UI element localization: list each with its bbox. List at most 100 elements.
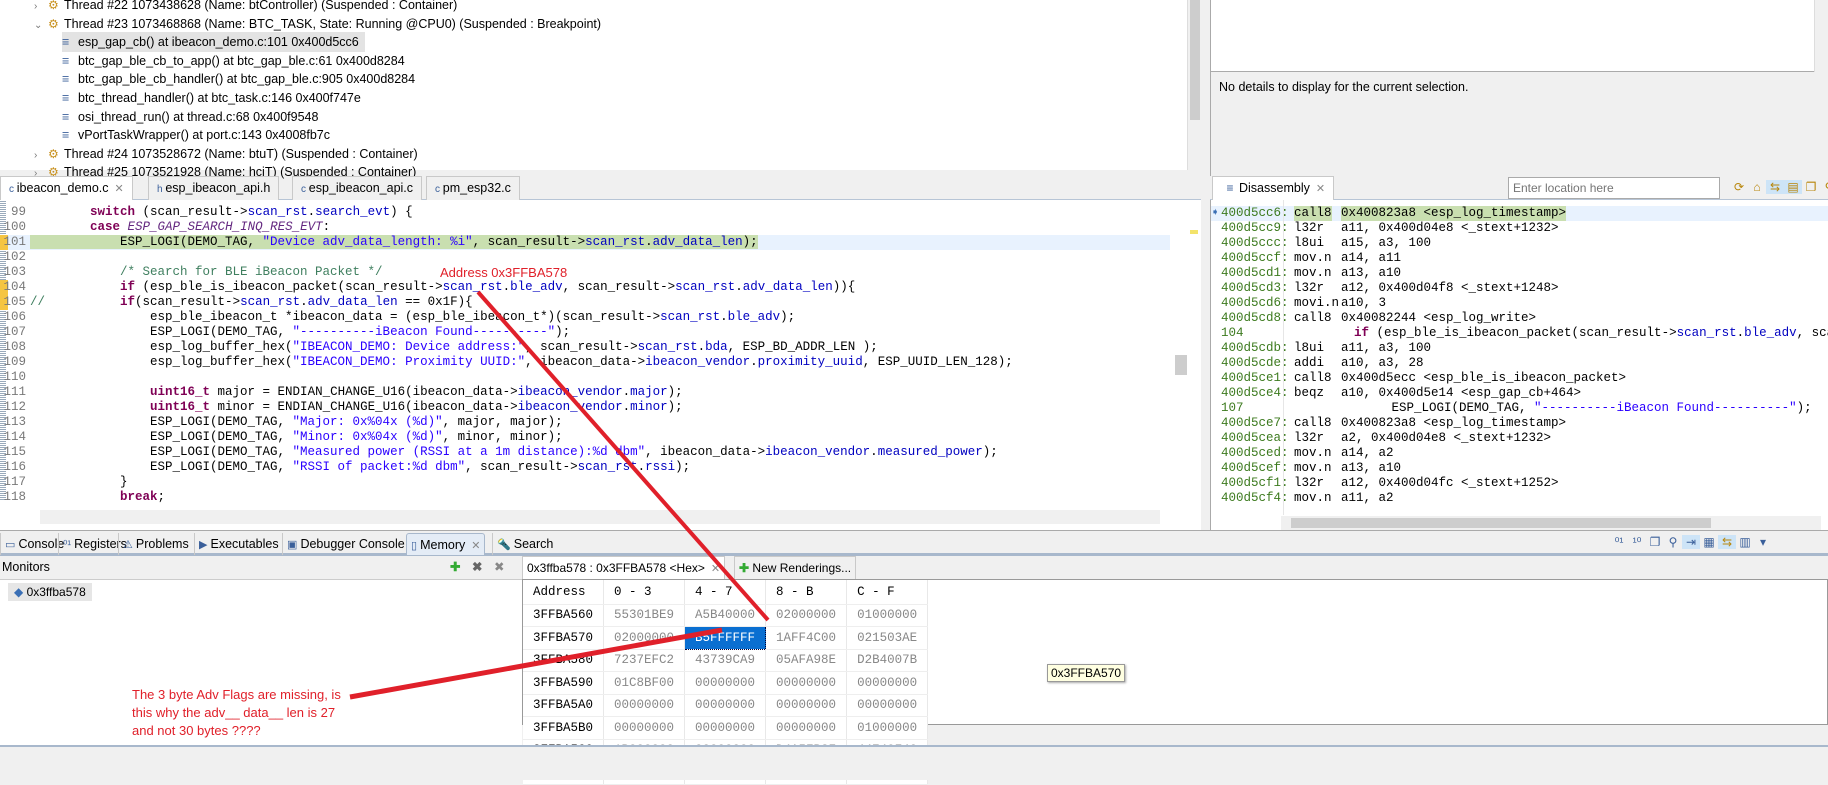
disassembly-line[interactable]: 400d5cd1: mov.n a13, a10 (1211, 266, 1828, 281)
memory-cell[interactable]: 00000000 (765, 671, 848, 695)
remove-all-icon[interactable]: ✖ (494, 556, 504, 578)
import-icon[interactable]: ⁰¹ (1610, 535, 1628, 549)
disassembly-line[interactable]: 400d5cf1: l32r a12, 0x400d04fc <_stext+125… (1211, 476, 1828, 491)
tab-esp_ibeacon_api-c[interactable]: c esp_ibeacon_api.c (292, 176, 423, 200)
tab-executables[interactable]: ▶ Executables (194, 533, 283, 555)
refresh-icon[interactable]: ⟳ (1730, 180, 1748, 194)
view-menu-icon[interactable]: ▾ (1754, 535, 1772, 549)
memory-cell[interactable]: D2B4007B (846, 649, 929, 672)
memory-cell[interactable]: 7237EFC2 (603, 649, 686, 672)
code-line[interactable]: 105// if(scan_result->scan_rst.adv_data_… (0, 295, 1170, 310)
disassembly-line[interactable]: 400d5ce7: call8 0x400823a8 <esp_log_timest… (1211, 416, 1828, 431)
tab-esp_ibeacon_api-h[interactable]: h esp_ibeacon_api.h (148, 176, 280, 200)
stack-frame-item[interactable]: ≡ vPortTaskWrapper() at port.c:143 0x4008… (62, 125, 336, 145)
code-line[interactable]: 115 ESP_LOGI(DEMO_TAG, "Measured power (… (0, 445, 1170, 460)
code-line[interactable]: 101 ESP_LOGI(DEMO_TAG, "Device adv_data_… (0, 235, 1170, 250)
export-icon[interactable]: ¹⁰ (1628, 535, 1646, 549)
editor-scroll-thumb[interactable] (1175, 355, 1187, 375)
stack-frame-item[interactable]: ≡ osi_thread_run() at thread.c:68 0x400f9… (62, 107, 324, 127)
code-line[interactable]: 99 switch (scan_result->scan_rst.search_… (0, 205, 1170, 220)
memory-cell[interactable]: 00000000 (765, 716, 848, 740)
memory-cell[interactable]: 00000000 (684, 694, 767, 717)
memory-cell[interactable]: 02000000 (765, 604, 848, 627)
tab-debugger-console[interactable]: ▣ Debugger Console (282, 533, 409, 555)
show-source-icon[interactable]: ▤ (1784, 180, 1802, 194)
memory-cell[interactable]: 05AFA98E (765, 649, 848, 672)
layout-icon[interactable]: ▥ (1736, 535, 1754, 549)
memory-cell[interactable]: 00000000 (684, 716, 767, 740)
code-line[interactable]: 110 (0, 370, 1170, 385)
close-icon[interactable]: ✕ (711, 563, 720, 575)
memory-cell[interactable]: 55301BE9 (603, 604, 686, 627)
disassembly-line[interactable]: 400d5cd6: movi.n a10, 3 (1211, 296, 1828, 311)
memory-cell[interactable]: 00000000 (765, 694, 848, 717)
swap-icon[interactable]: ⇆ (1718, 535, 1736, 549)
code-line[interactable]: 103 /* Search for BLE iBeacon Packet */ (0, 265, 1170, 280)
code-line[interactable]: 104 if (esp_ble_is_ibeacon_packet(scan_r… (0, 280, 1170, 295)
disassembly-line[interactable]: 107 ESP_LOGI(DEMO_TAG, "----------iBeaco… (1211, 401, 1828, 416)
thread-item[interactable]: ⌄ ⚙ Thread #23 1073468868 (Name: BTC_TASK,… (34, 14, 601, 34)
code-line[interactable]: 114 ESP_LOGI(DEMO_TAG, "Minor: 0x%04x (%… (0, 430, 1170, 445)
new-view-icon[interactable]: ❐ (1802, 180, 1820, 194)
new-renderings-tab[interactable]: ✚ New Renderings... (734, 556, 857, 580)
disassembly-line[interactable]: 400d5ce4: beqz a10, 0x400d5e14 <esp_gap_cb… (1211, 386, 1828, 401)
memory-cell[interactable]: 00000000 (603, 694, 686, 717)
disassembly-hscrollbar[interactable] (1281, 516, 1821, 530)
remove-monitor-icon[interactable]: ✖ (472, 556, 482, 578)
variables-scrollbar[interactable] (1814, 0, 1828, 72)
debug-scrollbar[interactable] (1187, 0, 1201, 170)
location-input[interactable] (1508, 177, 1720, 199)
disassembly-line[interactable]: 104 if (esp_ble_is_ibeacon_packet(scan_re… (1211, 326, 1828, 341)
disassembly-line[interactable]: 400d5cde: addi a10, a3, 28 (1211, 356, 1828, 371)
columns-icon[interactable]: ▦ (1700, 535, 1718, 549)
tab-search[interactable]: 🔦 Search (492, 533, 557, 555)
expand-toggle-icon[interactable]: ⌄ (34, 16, 48, 36)
code-line[interactable]: 113 ESP_LOGI(DEMO_TAG, "Major: 0x%04x (%… (0, 415, 1170, 430)
memory-cell[interactable]: 1AFF4C00 (765, 626, 848, 650)
disassembly-line[interactable]: 400d5cf4: mov.n a11, a2 (1211, 491, 1828, 506)
code-line[interactable]: 107 ESP_LOGI(DEMO_TAG, "----------iBeaco… (0, 325, 1170, 340)
code-line[interactable]: 102 (0, 250, 1170, 265)
memory-cell[interactable]: 00000000 (846, 671, 929, 695)
tab-disassembly[interactable]: ≡ Disassembly ✕ (1212, 176, 1335, 200)
new-tab-icon[interactable]: ❐ (1646, 535, 1664, 549)
code-line[interactable]: 118 break; (0, 490, 1170, 505)
disassembly-line[interactable]: 400d5ccf: mov.n a14, a11 (1211, 251, 1828, 266)
code-line[interactable]: 100 case ESP_GAP_SEARCH_INQ_RES_EVT: (0, 220, 1170, 235)
code-line[interactable]: 109 esp_log_buffer_hex("IBEACON_DEMO: Pr… (0, 355, 1170, 370)
code-line[interactable]: 106 esp_ble_ibeacon_t *ibeacon_data = (e… (0, 310, 1170, 325)
memory-cell[interactable]: B5FFFFFF (684, 626, 767, 650)
home-icon[interactable]: ⌂ (1748, 180, 1766, 194)
link-with-editor-icon[interactable]: ⇆ (1766, 180, 1784, 194)
close-icon[interactable]: ✕ (471, 540, 480, 552)
disassembly-view[interactable]: ➧ 400d5cc6: call8 0x400823a8 <esp_log_times… (1210, 200, 1828, 530)
disassembly-line[interactable]: ➧ 400d5cc6: call8 0x400823a8 <esp_log_times… (1211, 206, 1828, 221)
code-line[interactable]: 111 uint16_t major = ENDIAN_CHANGE_U16(i… (0, 385, 1170, 400)
memory-cell[interactable]: 01000000 (846, 604, 929, 627)
disassembly-line[interactable]: 400d5ccc: l8ui a15, a3, 100 (1211, 236, 1828, 251)
close-icon[interactable]: ✕ (1316, 183, 1325, 195)
memory-cell[interactable]: 00000000 (603, 716, 686, 740)
disassembly-line[interactable]: 400d5cd8: call8 0x40082244 <esp_log_write> (1211, 311, 1828, 326)
tab-pm_esp32-c[interactable]: c pm_esp32.c (426, 176, 520, 200)
add-monitor-icon[interactable]: ✚ (450, 556, 460, 578)
editor-hscrollbar[interactable] (40, 510, 1160, 524)
monitor-item[interactable]: ◆ 0x3ffba578 (8, 583, 92, 601)
link-icon[interactable]: ⇥ (1682, 535, 1700, 549)
code-line[interactable]: 116 ESP_LOGI(DEMO_TAG, "RSSI of packet:%… (0, 460, 1170, 475)
memory-cell[interactable]: 43739CA9 (684, 649, 767, 672)
tab-hex-rendering[interactable]: 0x3ffba578 : 0x3FFBA578 <Hex> ✕ (522, 556, 726, 580)
disassembly-line[interactable]: 400d5cef: mov.n a13, a10 (1211, 461, 1828, 476)
code-line[interactable]: 108 esp_log_buffer_hex("IBEACON_DEMO: De… (0, 340, 1170, 355)
disassembly-line[interactable]: 400d5cd3: l32r a12, 0x400d04f8 <_stext+124… (1211, 281, 1828, 296)
thread-item[interactable]: › ⚙ Thread #24 1073528672 (Name: btuT) (Su… (34, 144, 418, 164)
code-editor[interactable]: 99 switch (scan_result->scan_rst.search_… (0, 200, 1201, 530)
disassembly-line[interactable]: 400d5cdb: l8ui a11, a3, 100 (1211, 341, 1828, 356)
tab-ibeacon_demo-c[interactable]: c ibeacon_demo.c ✕ (0, 176, 133, 200)
code-line[interactable]: 112 uint16_t minor = ENDIAN_CHANGE_U16(i… (0, 400, 1170, 415)
disassembly-line[interactable]: 400d5cea: l32r a2, 0x400d04e8 <_stext+1232… (1211, 431, 1828, 446)
memory-cell[interactable]: 00000000 (846, 694, 929, 717)
memory-cell[interactable]: 02000000 (603, 626, 686, 650)
tab-problems[interactable]: ⚠ Problems (118, 533, 193, 555)
stack-frame-item[interactable]: ≡ esp_gap_cb() at ibeacon_demo.c:101 0x40… (62, 32, 365, 53)
